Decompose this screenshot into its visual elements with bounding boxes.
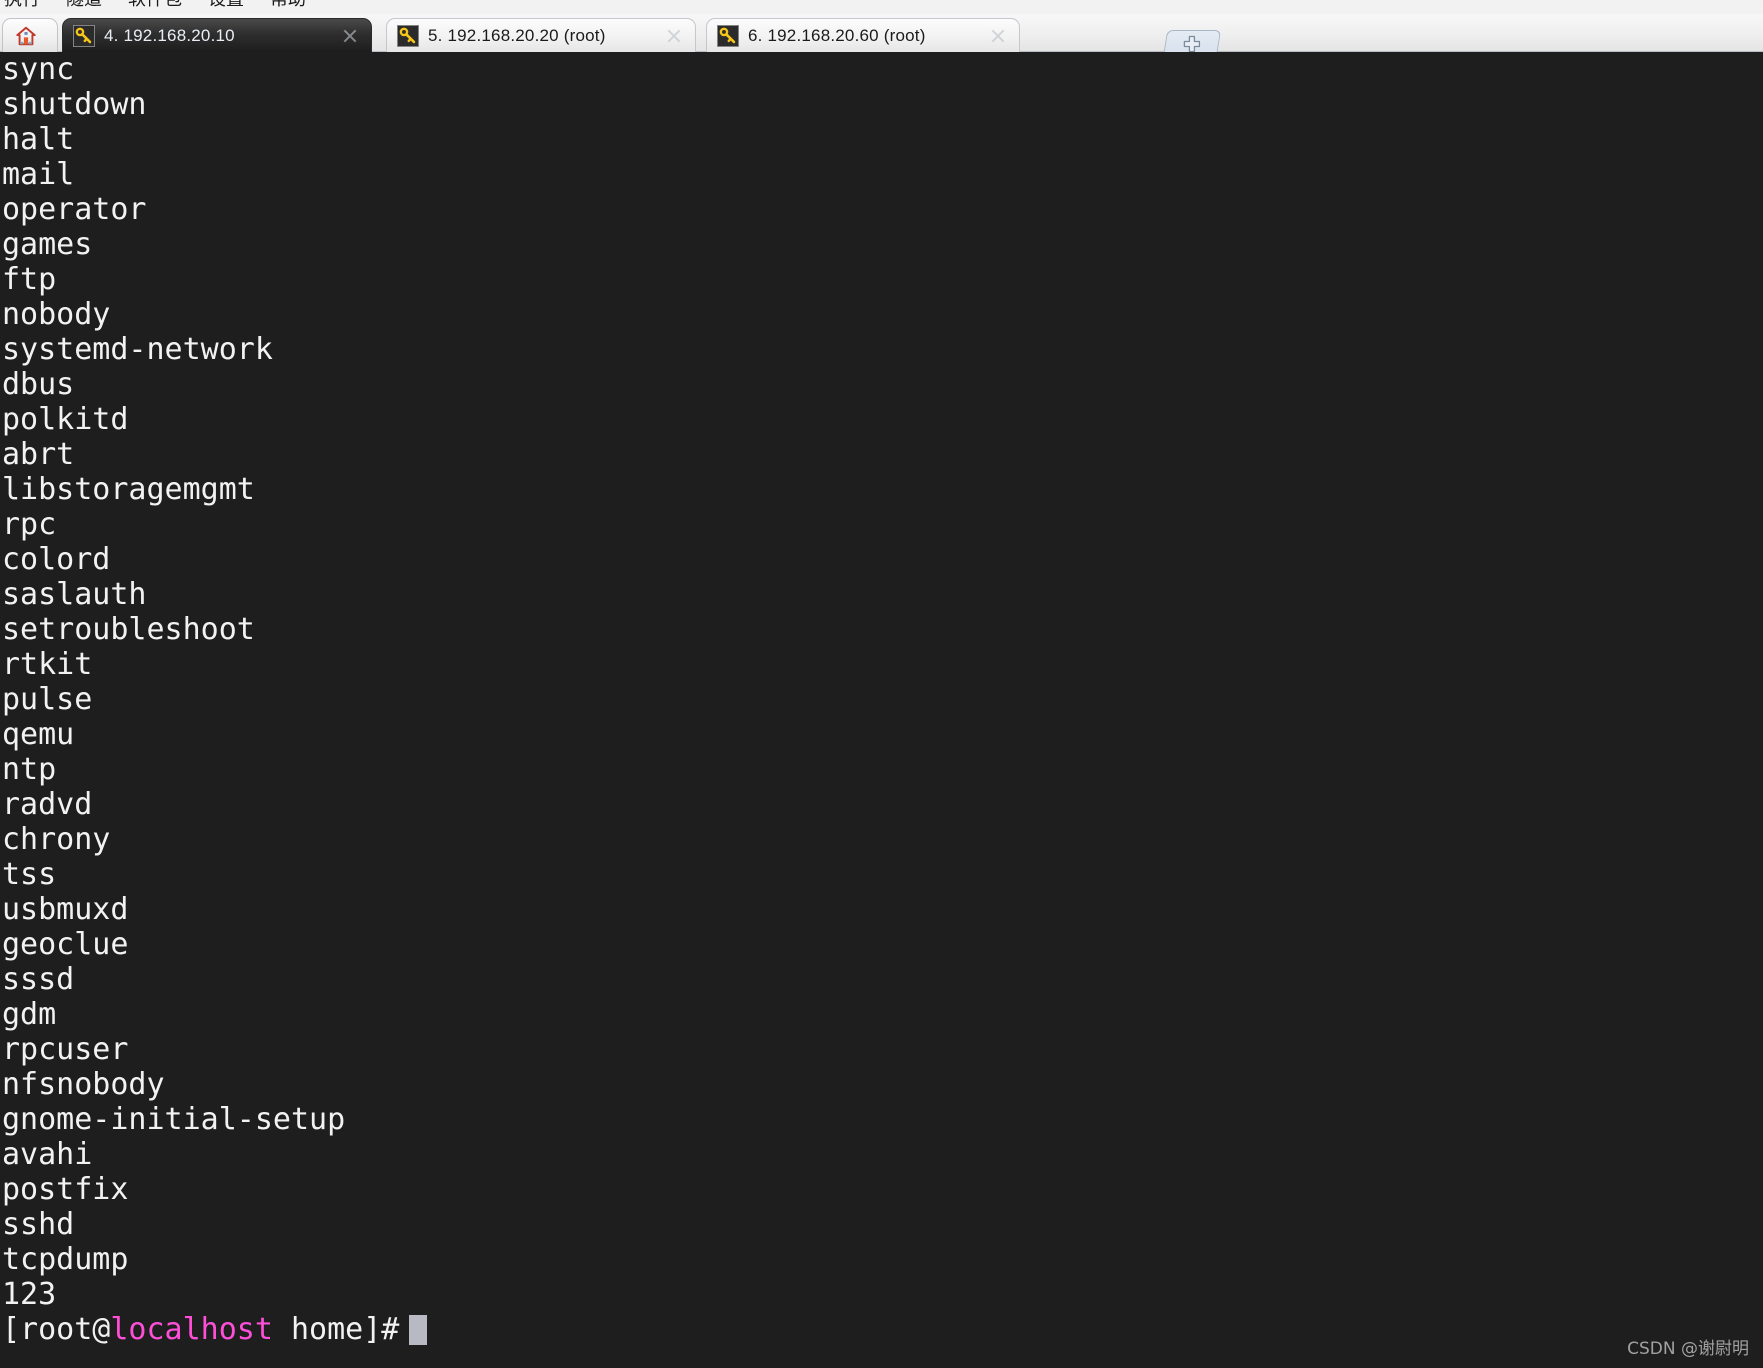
menu-item-packages[interactable]: 软件包 (128, 0, 182, 14)
tab-strip: 4. 192.168.20.10 5. 192.168.20.20 (root)… (0, 14, 1763, 57)
menu-item-help[interactable]: 帮助 (270, 0, 306, 14)
menu-bar: 执行 隧道 软件包 设置 帮助 (0, 0, 1763, 15)
terminal-line: libstoragemgmt (2, 472, 255, 507)
tab-session-2-label: 5. 192.168.20.20 (root) (428, 25, 606, 45)
terminal-line: games (2, 227, 93, 262)
terminal-line: colord (2, 542, 111, 577)
close-icon[interactable] (987, 25, 1009, 47)
terminal-line: qemu (2, 717, 75, 752)
terminal-line: pulse (2, 682, 93, 717)
terminal-line: mail (2, 157, 75, 192)
terminal-line: avahi (2, 1137, 93, 1172)
terminal-line: nfsnobody (2, 1067, 165, 1102)
terminal-line: 123 (2, 1277, 57, 1312)
prompt-suffix: home]# (272, 1312, 400, 1347)
terminal-prompt-line: [root@localhost home]# (2, 1312, 428, 1347)
terminal-line: gdm (2, 997, 57, 1032)
plus-icon (1183, 35, 1201, 53)
terminal-line: polkitd (2, 402, 129, 437)
terminal-output: sync shutdown halt mail operator games ftp nobo… (2, 52, 428, 1347)
terminal-line: sync (2, 52, 75, 87)
terminal-line: postfix (2, 1172, 129, 1207)
tab-session-1[interactable]: 4. 192.168.20.10 (62, 18, 372, 52)
tab-home[interactable] (2, 18, 58, 52)
terminal-line: halt (2, 122, 75, 157)
terminal-line: rpcuser (2, 1032, 129, 1067)
terminal-line: ftp (2, 262, 57, 297)
tab-session-3[interactable]: 6. 192.168.20.60 (root) (706, 18, 1020, 52)
tab-session-2[interactable]: 5. 192.168.20.20 (root) (386, 18, 696, 52)
terminal-line: ntp (2, 752, 57, 787)
home-icon (15, 26, 36, 45)
menu-item-tunnel[interactable]: 隧道 (66, 0, 102, 14)
terminal-line: operator (2, 192, 147, 227)
key-icon (397, 24, 419, 47)
terminal-screen[interactable]: sync shutdown halt mail operator games ftp nobo… (0, 52, 1763, 1368)
terminal-line: radvd (2, 787, 93, 822)
prompt-hostname: localhost (110, 1312, 273, 1347)
terminal-line: dbus (2, 367, 75, 402)
watermark: CSDN @谢尉明 (1627, 1339, 1749, 1359)
key-icon (73, 24, 95, 47)
terminal-line: usbmuxd (2, 892, 129, 927)
terminal-line: abrt (2, 437, 75, 472)
terminal-line: rtkit (2, 647, 93, 682)
terminal-line: tcpdump (2, 1242, 129, 1277)
terminal-line: shutdown (2, 87, 147, 122)
terminal-line: systemd-network (2, 332, 273, 367)
key-icon (717, 24, 739, 47)
terminal-line: chrony (2, 822, 111, 857)
terminal-line: gnome-initial-setup (2, 1102, 346, 1137)
menu-item-settings[interactable]: 设置 (208, 0, 244, 14)
terminal-line: sssd (2, 962, 75, 997)
tab-session-1-label: 4. 192.168.20.10 (104, 25, 235, 45)
terminal-line: tss (2, 857, 57, 892)
terminal-line: geoclue (2, 927, 129, 962)
terminal-line: setroubleshoot (2, 612, 255, 647)
terminal-line: saslauth (2, 577, 147, 612)
close-icon[interactable] (663, 25, 685, 47)
terminal-line: rpc (2, 507, 57, 542)
terminal-line: nobody (2, 297, 111, 332)
terminal-cursor (409, 1315, 428, 1345)
close-icon[interactable] (339, 25, 361, 47)
terminal-line: sshd (2, 1207, 75, 1242)
tab-session-3-label: 6. 192.168.20.60 (root) (748, 25, 926, 45)
prompt-prefix: [root@ (2, 1312, 111, 1347)
menu-item-execute[interactable]: 执行 (4, 0, 40, 14)
